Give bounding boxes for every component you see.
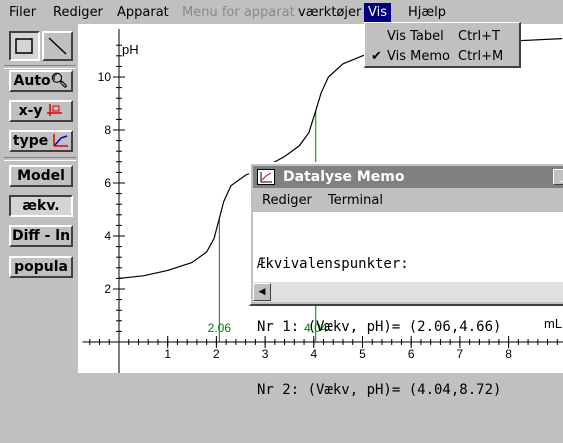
rectangle-select-icon [15, 38, 33, 54]
memo-menu-rediger[interactable]: Rediger [262, 193, 312, 208]
memo-window: Datalyse Memo _ Rediger Terminal Ækvival… [249, 162, 563, 398]
minimize-icon: _ [559, 169, 563, 182]
y-tick-label: 8 [104, 123, 111, 137]
menu-rediger[interactable]: Rediger [53, 5, 103, 21]
diff-ln-button[interactable]: Diff - ln [9, 225, 73, 247]
auto-zoom-button[interactable]: Auto🔍︎ [9, 70, 73, 92]
magnifier-icon: 🔍︎ [50, 73, 69, 89]
vis-dropdown-menu: Vis Tabel Ctrl+T ✔ Vis Memo Ctrl+M [364, 22, 521, 68]
y-axis-label: pH [122, 42, 139, 57]
xy-label: x-y [18, 103, 43, 119]
type-button[interactable]: type [9, 130, 73, 152]
type-label: type [12, 133, 49, 149]
vis-memo-shortcut: Ctrl+M [458, 49, 504, 64]
tool-panel: Auto🔍︎ x-y type Model ækv. Diff - ln pop… [0, 24, 78, 373]
menu-vaerktoejer[interactable]: værktøjer [298, 5, 361, 21]
menu-menu-for-apparat: Menu for apparat [182, 5, 295, 20]
memo-line: Ækvivalenspunkter: [257, 256, 409, 272]
menu-hjaelp[interactable]: Hjælp [408, 5, 446, 21]
checkmark-icon: ✔ [371, 49, 382, 64]
vis-tabel-label: Vis Tabel [387, 29, 444, 44]
memo-app-icon [257, 169, 275, 185]
memo-textarea[interactable]: Ækvivalenspunkter: Nr 1: (Vækv, pH)= (2.… [253, 212, 563, 398]
toolbar-divider-2 [4, 157, 76, 161]
equivalence-label: 2.06 [208, 321, 232, 335]
draw-line-button[interactable] [42, 31, 73, 61]
vis-memo-label: Vis Memo [387, 49, 450, 64]
popula-button[interactable]: popula [9, 256, 73, 278]
menu-apparat[interactable]: Apparat [117, 5, 169, 21]
menu-vis[interactable]: Vis [364, 3, 391, 23]
equivalence-button[interactable]: ækv. [9, 195, 73, 217]
y-tick-label: 6 [104, 176, 111, 190]
model-button[interactable]: Model [9, 165, 73, 187]
y-tick-label: 4 [104, 229, 111, 243]
axes-icon [47, 104, 63, 116]
memo-title: Datalyse Memo [283, 169, 405, 185]
menu-filer[interactable]: Filer [9, 5, 36, 21]
memo-menubar: Rediger Terminal [253, 190, 563, 210]
menu-vis-memo[interactable]: ✔ Vis Memo Ctrl+M [365, 47, 519, 66]
graph-type-icon [53, 134, 69, 147]
scroll-left-button[interactable]: ◀ [253, 283, 271, 301]
left-arrow-icon: ◀ [258, 287, 266, 297]
y-tick-label: 10 [98, 70, 112, 84]
x-tick-label: 1 [164, 347, 171, 361]
horizontal-scrollbar[interactable]: ◀ [253, 282, 563, 302]
minimize-button[interactable]: _ [553, 169, 563, 185]
xy-button[interactable]: x-y [9, 100, 73, 122]
menu-bar: Filer Rediger Apparat Menu for apparat v… [0, 0, 563, 24]
x-tick-label: 2 [213, 347, 220, 361]
auto-label: Auto [13, 73, 51, 89]
memo-titlebar[interactable]: Datalyse Memo _ [253, 166, 563, 188]
menu-vis-tabel[interactable]: Vis Tabel Ctrl+T [365, 27, 519, 46]
memo-line: Nr 1: (Vækv, pH)= (2.06,4.66) [257, 319, 502, 335]
line-draw-icon [48, 37, 67, 55]
select-rectangle-button[interactable] [9, 31, 40, 61]
y-tick-label: 2 [104, 282, 111, 296]
memo-line: Nr 2: (Vækv, pH)= (4.04,8.72) [257, 382, 502, 398]
toolbar-divider [4, 65, 76, 69]
memo-menu-terminal[interactable]: Terminal [328, 193, 383, 208]
vis-tabel-shortcut: Ctrl+T [458, 29, 500, 44]
